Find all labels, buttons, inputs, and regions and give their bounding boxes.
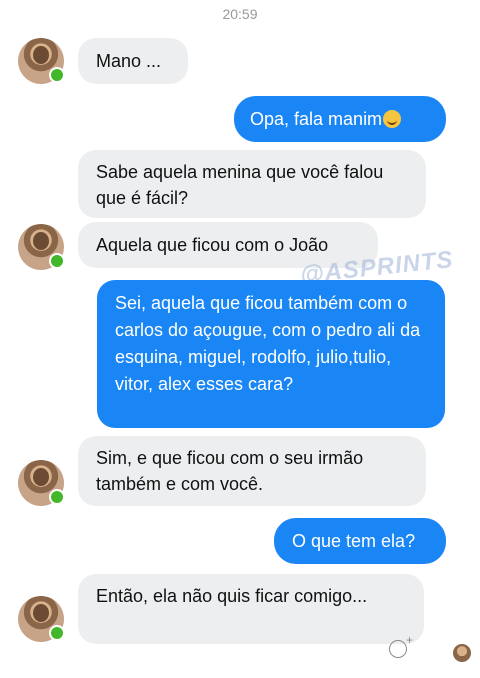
message-text: Aquela que ficou com o João xyxy=(96,235,329,255)
outgoing-message[interactable]: O que tem ela? xyxy=(274,518,446,564)
message-text: Sabe aquela menina que você falou que é … xyxy=(96,162,384,208)
avatar-face xyxy=(33,232,49,250)
contact-avatar[interactable] xyxy=(18,596,65,642)
avatar-face xyxy=(33,46,49,64)
online-indicator-icon xyxy=(49,67,65,83)
message-text: Opa, fala manim xyxy=(250,109,383,129)
seen-avatar-icon xyxy=(453,644,471,662)
avatar-face xyxy=(33,468,49,486)
online-indicator-icon xyxy=(49,489,65,505)
contact-avatar[interactable] xyxy=(18,460,65,506)
message-text: Mano ... xyxy=(96,51,162,71)
avatar-face xyxy=(33,604,49,622)
laughing-emoji-icon xyxy=(383,110,402,128)
contact-avatar[interactable] xyxy=(18,224,65,270)
message-text: Sim, e que ficou com o seu irmão também … xyxy=(96,448,364,494)
incoming-message[interactable]: Mano ... xyxy=(78,38,188,84)
outgoing-message[interactable]: Opa, fala manim xyxy=(234,96,446,142)
online-indicator-icon xyxy=(49,625,65,641)
timestamp: 20:59 xyxy=(222,6,258,22)
incoming-message[interactable]: Então, ela não quis ficar comigo... xyxy=(78,574,424,644)
incoming-message[interactable]: Sabe aquela menina que você falou que é … xyxy=(78,150,426,218)
online-indicator-icon xyxy=(49,253,65,269)
message-text: Sei, aquela que ficou também com o carlo… xyxy=(115,293,421,394)
add-reaction-icon[interactable] xyxy=(389,633,413,658)
contact-avatar[interactable] xyxy=(18,38,65,84)
message-text: O que tem ela? xyxy=(292,531,416,551)
incoming-message[interactable]: Sim, e que ficou com o seu irmão também … xyxy=(78,436,426,506)
message-text: Então, ela não quis ficar comigo... xyxy=(96,586,368,606)
outgoing-message[interactable]: Sei, aquela que ficou também com o carlo… xyxy=(97,280,445,428)
